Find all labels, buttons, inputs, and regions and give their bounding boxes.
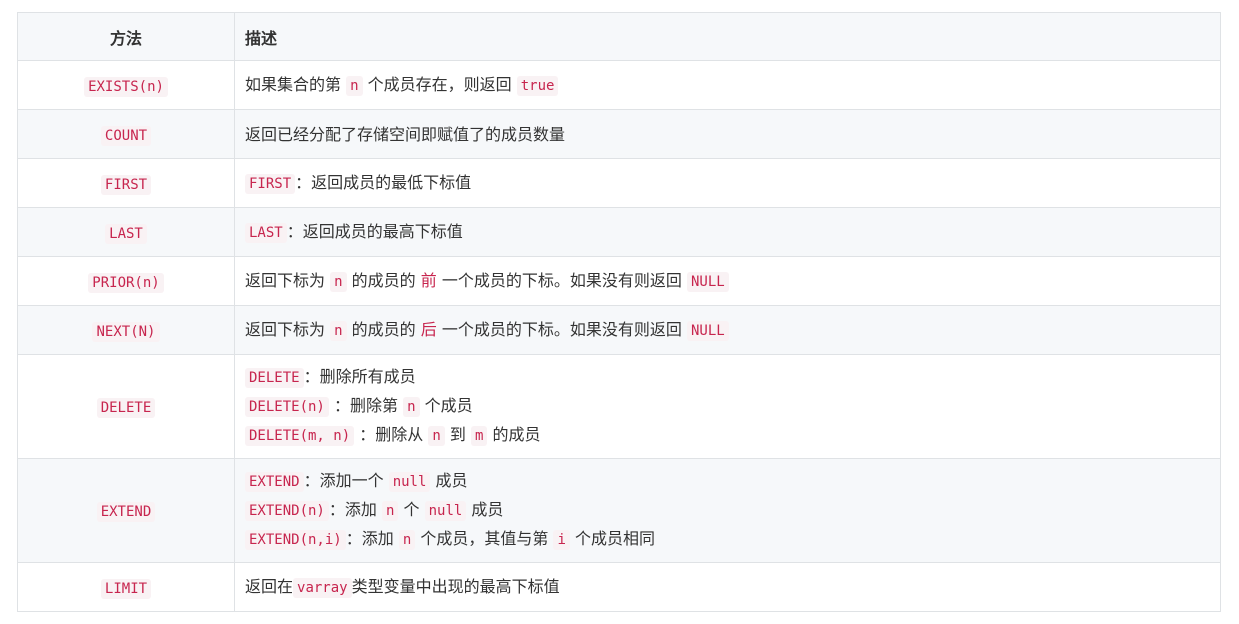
table-row: DELETE DELETE ：删除所有成员 DELETE(n) ：删除第 n 个成… xyxy=(17,354,1221,459)
inline-code: EXTEND(n,i) xyxy=(245,530,346,550)
description-cell: 返回下标为 n 的成员的 后 一个成员的下标。如果没有则返回 NULL xyxy=(234,305,1221,355)
collection-methods-table-container: 方法 描述 EXISTS(n) 如果集合的第 n 个成员存在，则返回 true … xyxy=(17,12,1221,612)
method-cell: NEXT(N) xyxy=(17,305,235,355)
desc-line: EXTEND ：添加一个 null 成员 xyxy=(245,467,1210,496)
method-cell: PRIOR(n) xyxy=(17,256,235,306)
desc-text: 个成员相同 xyxy=(575,529,656,548)
method-cell: EXTEND xyxy=(17,458,235,563)
inline-code: n xyxy=(398,530,416,550)
method-cell: EXISTS(n) xyxy=(17,60,235,110)
desc-text: 的成员的 xyxy=(351,270,416,290)
method-code: EXISTS(n) xyxy=(84,76,168,97)
table-row: EXISTS(n) 如果集合的第 n 个成员存在，则返回 true xyxy=(17,60,1221,110)
inline-code: DELETE(m, n) xyxy=(245,426,355,446)
inline-code: n xyxy=(403,397,420,417)
inline-code: null xyxy=(424,501,467,521)
method-code: LIMIT xyxy=(100,578,152,599)
method-cell: LAST xyxy=(17,207,235,257)
method-code: EXTEND xyxy=(96,502,156,522)
method-code: DELETE xyxy=(96,398,156,418)
header-description: 描述 xyxy=(234,12,1221,61)
description-cell: DELETE ：删除所有成员 DELETE(n) ：删除第 n 个成员 DELET… xyxy=(234,354,1221,459)
method-code: FIRST xyxy=(100,174,152,195)
description-cell: LAST ：返回成员的最高下标值 xyxy=(234,207,1221,257)
inline-code: LAST xyxy=(245,222,287,243)
desc-text: ：返回成员的最低下标值 xyxy=(295,172,472,192)
description-cell: 返回下标为 n 的成员的 前 一个成员的下标。如果没有则返回 NULL xyxy=(234,256,1221,306)
highlighted-text: 前 xyxy=(420,270,437,290)
desc-text: 一个成员的下标。如果没有则返回 xyxy=(441,270,682,290)
desc-text: 个 xyxy=(403,500,420,519)
desc-line: DELETE(m, n) ：删除从 n 到 m 的成员 xyxy=(245,421,1210,450)
method-code: LAST xyxy=(105,223,147,244)
highlighted-text: 后 xyxy=(420,319,437,339)
table-row: LAST LAST ：返回成员的最高下标值 xyxy=(17,207,1221,257)
inline-code: n xyxy=(381,501,399,521)
desc-line: DELETE ：删除所有成员 xyxy=(245,363,1210,392)
method-cell: FIRST xyxy=(17,158,235,208)
collection-methods-table: 方法 描述 EXISTS(n) 如果集合的第 n 个成员存在，则返回 true … xyxy=(17,12,1221,612)
desc-text: 一个成员的下标。如果没有则返回 xyxy=(441,319,682,339)
desc-text: 个成员存在，则返回 xyxy=(367,74,512,94)
inline-code: varray xyxy=(293,577,352,598)
desc-text: 到 xyxy=(449,425,466,444)
description-cell: 返回已经分配了存储空间即赋值了的成员数量 xyxy=(234,109,1221,159)
inline-code: i xyxy=(553,530,570,550)
inline-code: n xyxy=(330,271,347,292)
inline-code: EXTEND xyxy=(245,472,304,492)
inline-code: n xyxy=(346,75,363,96)
inline-code: FIRST xyxy=(245,173,296,194)
desc-line: EXTEND(n,i) ：添加 n 个成员，其值与第 i 个成员相同 xyxy=(245,525,1210,554)
desc-text: 类型变量中出现的最高下标值 xyxy=(351,576,560,596)
description-cell: 返回在 varray 类型变量中出现的最高下标值 xyxy=(234,562,1221,612)
description-cell: EXTEND ：添加一个 null 成员 EXTEND(n) ：添加 n 个 nul… xyxy=(234,458,1221,563)
inline-code: n xyxy=(428,426,445,446)
table-row: LIMIT 返回在 varray 类型变量中出现的最高下标值 xyxy=(17,562,1221,612)
desc-text: 返回下标为 xyxy=(245,319,326,339)
method-cell: DELETE xyxy=(17,354,235,459)
inline-code: m xyxy=(471,426,488,446)
inline-code: EXTEND(n) xyxy=(245,501,329,521)
desc-text: ：添加 xyxy=(345,529,394,548)
desc-text: 成员 xyxy=(471,500,504,519)
desc-text: 如果集合的第 xyxy=(245,74,342,94)
desc-text: 个成员 xyxy=(424,396,473,415)
table-row: COUNT 返回已经分配了存储空间即赋值了的成员数量 xyxy=(17,109,1221,159)
method-code: NEXT(N) xyxy=(92,321,160,342)
header-method: 方法 xyxy=(17,12,235,61)
inline-code: NULL xyxy=(686,271,729,292)
inline-code: DELETE xyxy=(245,368,304,388)
table-row: EXTEND EXTEND ：添加一个 null 成员 EXTEND(n) ：添加 … xyxy=(17,458,1221,563)
inline-code: NULL xyxy=(686,320,729,341)
method-code: PRIOR(n) xyxy=(88,272,164,293)
inline-code: DELETE(n) xyxy=(245,397,329,417)
table-header-row: 方法 描述 xyxy=(17,12,1221,61)
method-cell: COUNT xyxy=(17,109,235,159)
desc-text: 返回在 xyxy=(245,576,294,596)
desc-text: ：删除所有成员 xyxy=(303,367,416,386)
method-cell: LIMIT xyxy=(17,562,235,612)
desc-text: ：添加一个 xyxy=(303,471,384,490)
desc-text: 的成员 xyxy=(492,425,541,444)
desc-line: EXTEND(n) ：添加 n 个 null 成员 xyxy=(245,496,1210,525)
description-cell: 如果集合的第 n 个成员存在，则返回 true xyxy=(234,60,1221,110)
desc-text: ：添加 xyxy=(328,500,377,519)
desc-text: ：返回成员的最高下标值 xyxy=(286,221,463,241)
desc-text: 成员 xyxy=(435,471,468,490)
table-row: PRIOR(n) 返回下标为 n 的成员的 前 一个成员的下标。如果没有则返回 … xyxy=(17,256,1221,306)
desc-text: 返回已经分配了存储空间即赋值了的成员数量 xyxy=(245,124,566,144)
desc-text: 个成员，其值与第 xyxy=(420,529,549,548)
description-cell: FIRST ：返回成员的最低下标值 xyxy=(234,158,1221,208)
table-row: NEXT(N) 返回下标为 n 的成员的 后 一个成员的下标。如果没有则返回 N… xyxy=(17,305,1221,355)
desc-text: ：删除从 xyxy=(359,425,424,444)
method-code: COUNT xyxy=(100,125,152,146)
inline-code: null xyxy=(388,472,431,492)
desc-line: DELETE(n) ：删除第 n 个成员 xyxy=(245,392,1210,421)
inline-code: true xyxy=(516,75,559,96)
desc-text: ：删除第 xyxy=(333,396,398,415)
table-row: FIRST FIRST ：返回成员的最低下标值 xyxy=(17,158,1221,208)
inline-code: n xyxy=(330,320,347,341)
desc-text: 的成员的 xyxy=(351,319,416,339)
desc-text: 返回下标为 xyxy=(245,270,326,290)
